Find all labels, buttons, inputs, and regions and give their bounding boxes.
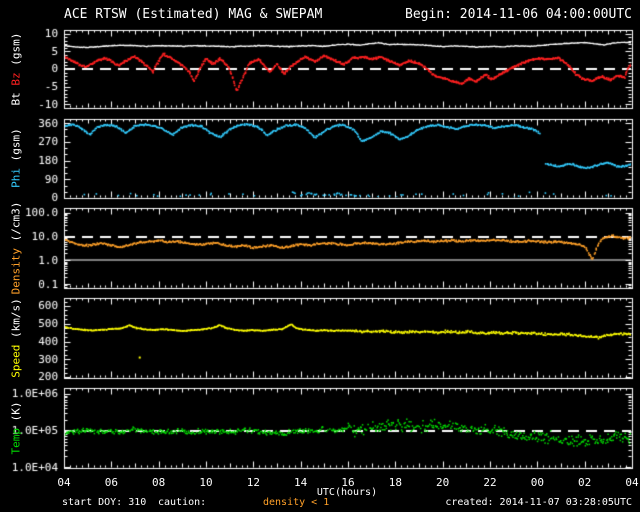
x-tick-label: 20 <box>436 476 450 489</box>
yaxis-label-density: Density (/cm3) <box>10 202 23 295</box>
begin-timestamp: Begin: 2014-11-06 04:00:00UTC <box>405 7 632 22</box>
yaxis-label-bt-bz: Bt Bz (gsm) <box>10 33 23 106</box>
caution-label: caution: <box>158 497 207 508</box>
yaxis-unit-gsm: (gsm) <box>9 32 23 66</box>
yaxis-label-bz: Bz <box>9 72 23 86</box>
created-timestamp: created: 2014-11-07 03:28:05UTC <box>445 497 632 508</box>
yaxis-unit-cm3: (/cm3) <box>9 201 23 242</box>
x-tick-label: 10 <box>199 476 213 489</box>
yaxis-label-phi: Phi (gsm) <box>10 128 23 188</box>
yaxis-label-speed: Speed (km/s) <box>10 298 23 378</box>
x-tick-label: 00 <box>530 476 544 489</box>
x-tick-label: 04 <box>57 476 71 489</box>
start-doy-label: start DOY: 310 <box>62 497 147 508</box>
yaxis-label-speed-text: Speed <box>9 344 23 378</box>
yaxis-label-phi-text: Phi <box>9 167 23 188</box>
yaxis-label-temp: Temp (K) <box>10 402 23 455</box>
ace-rtsw-screen: { "header": { "title": "ACE RTSW (Estima… <box>0 0 640 512</box>
x-tick-label: 14 <box>294 476 308 489</box>
yaxis-label-density-text: Density <box>9 248 23 295</box>
plot-canvas <box>0 0 640 512</box>
x-tick-label: 22 <box>483 476 497 489</box>
x-tick-label: 02 <box>578 476 592 489</box>
yaxis-label-bt: Bt <box>9 92 23 106</box>
yaxis-label-temp-text: Temp <box>9 428 23 455</box>
caution-value: density < 1 <box>263 497 330 508</box>
x-tick-label: 18 <box>388 476 402 489</box>
x-tick-label: 12 <box>246 476 260 489</box>
x-tick-label: 06 <box>104 476 118 489</box>
plot-title: ACE RTSW (Estimated) MAG & SWEPAM <box>64 7 323 22</box>
x-tick-label: 08 <box>152 476 166 489</box>
yaxis-unit-k: (K) <box>9 401 23 422</box>
yaxis-unit-gsm2: (gsm) <box>9 128 23 162</box>
yaxis-unit-kms: (km/s) <box>9 298 23 338</box>
x-tick-label: 04 <box>625 476 639 489</box>
